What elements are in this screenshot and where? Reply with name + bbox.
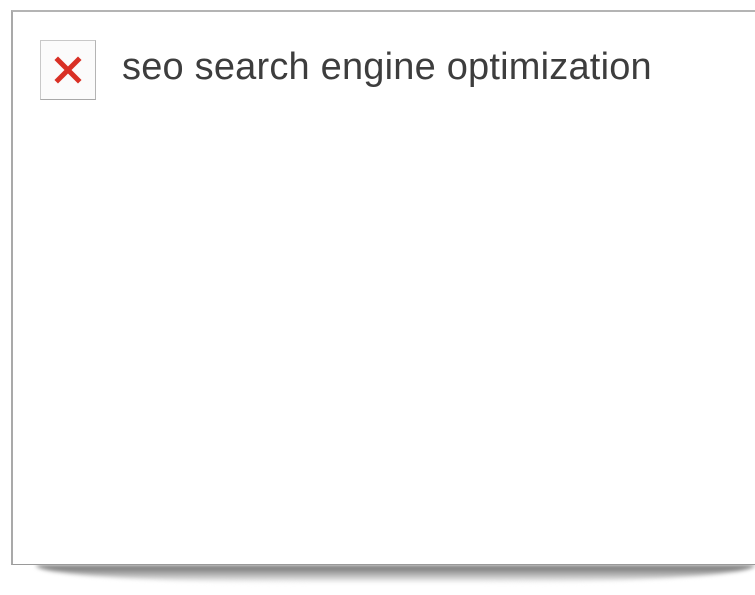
broken-image-frame [40,40,96,100]
broken-image: seo search engine optimization [40,40,652,100]
panel-shadow [36,565,755,583]
image-alt-text: seo search engine optimization [122,45,652,88]
image-placeholder-panel: seo search engine optimization [11,10,755,565]
broken-image-x-icon [53,55,83,85]
page: seo search engine optimization [0,0,755,595]
